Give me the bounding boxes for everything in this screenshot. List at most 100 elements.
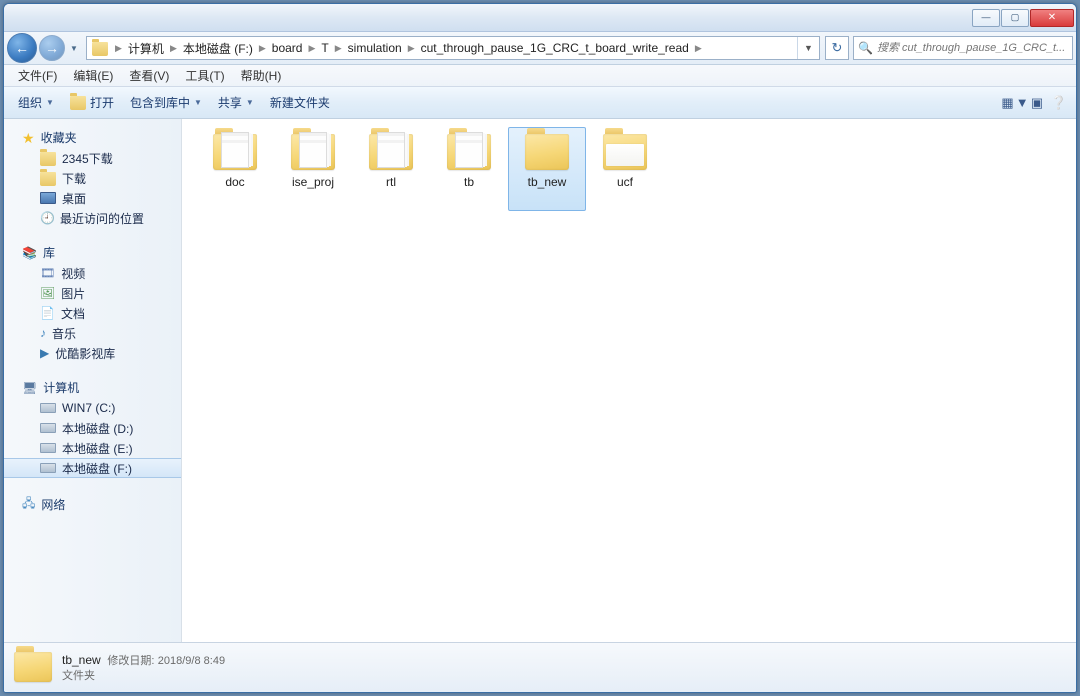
refresh-button[interactable]: ↻ bbox=[825, 36, 849, 60]
sidebar-item-drive-f[interactable]: 本地磁盘 (F:) bbox=[4, 458, 181, 478]
file-item[interactable]: ucf bbox=[586, 127, 664, 211]
file-item[interactable]: ise_proj bbox=[274, 127, 352, 211]
view-options-button[interactable]: ▦ ▼ bbox=[1004, 93, 1026, 113]
folder-icon bbox=[369, 134, 413, 170]
help-button[interactable]: ❔ bbox=[1048, 93, 1070, 113]
file-label: ise_proj bbox=[292, 176, 334, 189]
music-icon: ♪ bbox=[40, 326, 46, 340]
chevron-right-icon[interactable]: ▶ bbox=[168, 43, 179, 54]
desktop-icon bbox=[40, 192, 56, 204]
search-box[interactable]: 🔍 bbox=[853, 36, 1073, 60]
star-icon: ★ bbox=[22, 131, 35, 145]
network-header[interactable]: 🖧网络 bbox=[4, 492, 181, 517]
close-button[interactable]: ✕ bbox=[1030, 9, 1074, 27]
sidebar-item-drive-d[interactable]: 本地磁盘 (D:) bbox=[4, 418, 181, 438]
chevron-down-icon: ▼ bbox=[246, 98, 254, 107]
drive-icon bbox=[40, 423, 56, 433]
menu-bar: 文件(F) 编辑(E) 查看(V) 工具(T) 帮助(H) bbox=[4, 65, 1076, 87]
breadcrumb-item[interactable]: 本地磁盘 (F:) bbox=[179, 38, 257, 59]
sidebar-item-desktop[interactable]: 桌面 bbox=[4, 188, 181, 208]
chevron-right-icon[interactable]: ▶ bbox=[257, 43, 268, 54]
folder-icon bbox=[603, 134, 647, 170]
file-item[interactable]: tb_new bbox=[508, 127, 586, 211]
back-button[interactable]: ← bbox=[7, 33, 37, 63]
folder-icon bbox=[14, 652, 52, 684]
file-list[interactable]: doc ise_proj rtl tb tb_new ucf bbox=[182, 119, 1076, 642]
arrow-right-icon: → bbox=[45, 40, 59, 56]
sidebar-item-music[interactable]: ♪音乐 bbox=[4, 323, 181, 343]
include-library-button[interactable]: 包含到库中▼ bbox=[122, 90, 210, 115]
search-icon: 🔍 bbox=[858, 41, 873, 55]
chevron-down-icon: ▼ bbox=[194, 98, 202, 107]
library-icon: 📚 bbox=[22, 246, 37, 260]
forward-button[interactable]: → bbox=[39, 35, 65, 61]
organize-button[interactable]: 组织▼ bbox=[10, 90, 62, 115]
sidebar-item-youku[interactable]: ▶优酷影视库 bbox=[4, 343, 181, 363]
new-folder-button[interactable]: 新建文件夹 bbox=[262, 90, 338, 115]
folder-icon bbox=[291, 134, 335, 170]
breadcrumb-item[interactable]: simulation bbox=[344, 39, 406, 57]
folder-icon bbox=[90, 38, 110, 58]
date-label: 修改日期: bbox=[107, 655, 154, 667]
file-item[interactable]: rtl bbox=[352, 127, 430, 211]
sidebar-item-recent[interactable]: 🕘最近访问的位置 bbox=[4, 208, 181, 228]
share-button[interactable]: 共享▼ bbox=[210, 90, 262, 115]
chevron-right-icon[interactable]: ▶ bbox=[333, 43, 344, 54]
file-label: tb bbox=[464, 176, 474, 189]
minimize-button[interactable]: — bbox=[972, 9, 1000, 27]
computer-header[interactable]: 🖥计算机 bbox=[4, 377, 181, 398]
menu-help[interactable]: 帮助(H) bbox=[233, 65, 290, 86]
menu-view[interactable]: 查看(V) bbox=[121, 65, 177, 86]
folder-icon bbox=[40, 152, 56, 166]
folder-open-icon bbox=[70, 96, 86, 110]
file-label: ucf bbox=[617, 176, 633, 189]
breadcrumb-item[interactable]: 计算机 bbox=[124, 38, 168, 59]
refresh-icon: ↻ bbox=[832, 40, 843, 56]
address-dropdown[interactable]: ▼ bbox=[797, 37, 819, 59]
favorites-header[interactable]: ★收藏夹 bbox=[4, 127, 181, 148]
menu-tools[interactable]: 工具(T) bbox=[177, 65, 232, 86]
preview-pane-button[interactable]: ▣ bbox=[1026, 93, 1048, 113]
sidebar-item-drive-c[interactable]: WIN7 (C:) bbox=[4, 398, 181, 418]
sidebar-item-pictures[interactable]: 🖼图片 bbox=[4, 283, 181, 303]
document-icon: 📄 bbox=[40, 306, 55, 320]
breadcrumb-item[interactable]: cut_through_pause_1G_CRC_t_board_write_r… bbox=[417, 39, 693, 57]
file-item[interactable]: tb bbox=[430, 127, 508, 211]
explorer-window: — ▢ ✕ ← → ▼ ▶ 计算机 ▶ 本地磁盘 (F:) ▶ board ▶ … bbox=[3, 3, 1077, 693]
drive-icon bbox=[40, 443, 56, 453]
breadcrumb-item[interactable]: board bbox=[268, 39, 307, 57]
maximize-button[interactable]: ▢ bbox=[1001, 9, 1029, 27]
libraries-header[interactable]: 📚库 bbox=[4, 242, 181, 263]
titlebar: — ▢ ✕ bbox=[4, 4, 1076, 32]
history-dropdown[interactable]: ▼ bbox=[67, 35, 81, 61]
folder-icon bbox=[40, 172, 56, 186]
computer-icon: 🖥 bbox=[22, 381, 37, 395]
open-button[interactable]: 打开 bbox=[62, 90, 122, 115]
breadcrumb-item[interactable]: T bbox=[317, 39, 332, 57]
file-label: tb_new bbox=[528, 176, 567, 189]
sidebar-item-videos[interactable]: 🎞视频 bbox=[4, 263, 181, 283]
menu-file[interactable]: 文件(F) bbox=[10, 65, 65, 86]
file-label: doc bbox=[225, 176, 244, 189]
chevron-right-icon[interactable]: ▶ bbox=[406, 43, 417, 54]
body-area: ★收藏夹 2345下载 下载 桌面 🕘最近访问的位置 📚库 🎞视频 🖼图片 📄文… bbox=[4, 119, 1076, 642]
recent-icon: 🕘 bbox=[40, 211, 54, 225]
navigation-pane: ★收藏夹 2345下载 下载 桌面 🕘最近访问的位置 📚库 🎞视频 🖼图片 📄文… bbox=[4, 119, 182, 642]
sidebar-item-drive-e[interactable]: 本地磁盘 (E:) bbox=[4, 438, 181, 458]
navigation-bar: ← → ▼ ▶ 计算机 ▶ 本地磁盘 (F:) ▶ board ▶ T ▶ si… bbox=[4, 32, 1076, 65]
search-input[interactable] bbox=[877, 42, 1068, 54]
chevron-right-icon[interactable]: ▶ bbox=[306, 43, 317, 54]
drive-icon bbox=[40, 403, 56, 413]
folder-icon bbox=[213, 134, 257, 170]
chevron-right-icon[interactable]: ▶ bbox=[113, 43, 124, 54]
sidebar-item-download1[interactable]: 2345下载 bbox=[4, 148, 181, 168]
sidebar-item-documents[interactable]: 📄文档 bbox=[4, 303, 181, 323]
file-item[interactable]: doc bbox=[196, 127, 274, 211]
arrow-left-icon: ← bbox=[15, 40, 29, 56]
chevron-right-icon[interactable]: ▶ bbox=[693, 43, 704, 54]
details-pane: tb_new 修改日期: 2018/9/8 8:49 文件夹 bbox=[4, 642, 1076, 692]
address-bar[interactable]: ▶ 计算机 ▶ 本地磁盘 (F:) ▶ board ▶ T ▶ simulati… bbox=[86, 36, 820, 60]
menu-edit[interactable]: 编辑(E) bbox=[65, 65, 121, 86]
picture-icon: 🖼 bbox=[40, 286, 55, 300]
sidebar-item-downloads[interactable]: 下载 bbox=[4, 168, 181, 188]
